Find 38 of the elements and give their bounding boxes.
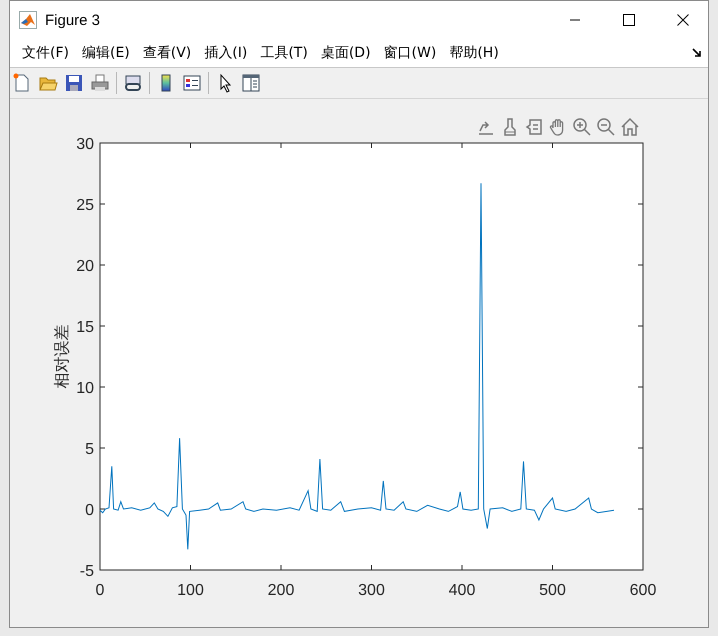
y-tick-label: 10 <box>76 380 94 397</box>
data-tip-icon[interactable] <box>524 117 544 137</box>
menu-item[interactable]: 工具(T) <box>254 42 314 64</box>
menu-item[interactable]: 帮助(H) <box>443 42 505 64</box>
home-icon[interactable] <box>620 117 640 137</box>
menu-item[interactable]: 查看(V) <box>136 42 198 64</box>
menu-item[interactable]: 文件(F) <box>16 42 75 64</box>
zoom-out-icon[interactable] <box>596 117 616 137</box>
y-tick-label: 0 <box>85 502 94 519</box>
x-tick-label: 600 <box>630 582 656 599</box>
y-tick-label: 15 <box>76 319 94 336</box>
x-tick-label: 300 <box>358 582 385 599</box>
y-tick-label: 5 <box>85 441 94 458</box>
x-tick-label: 200 <box>268 582 294 599</box>
print-icon[interactable] <box>90 73 110 93</box>
x-tick-label: 100 <box>177 582 204 599</box>
property-panel-icon[interactable] <box>241 73 261 93</box>
y-tick-label: -5 <box>80 563 94 580</box>
y-tick-label: 30 <box>76 136 94 153</box>
zoom-in-icon[interactable] <box>572 117 592 137</box>
menu-item[interactable]: 窗口(W) <box>378 42 442 64</box>
app-logo-icon <box>19 11 37 29</box>
x-tick-label: 400 <box>448 582 476 599</box>
maximize-icon <box>623 14 635 26</box>
close-icon <box>677 14 689 26</box>
x-tick-label: 500 <box>539 582 566 599</box>
save-icon[interactable] <box>64 73 84 93</box>
legend-icon[interactable] <box>182 73 202 93</box>
dock-arrow-icon[interactable] <box>692 48 702 58</box>
link-figure-icon[interactable] <box>123 73 143 93</box>
y-axis-label: 相对误差 <box>52 324 71 388</box>
y-tick-label: 25 <box>76 197 94 214</box>
menu-item[interactable]: 编辑(E) <box>76 42 136 64</box>
menu-item[interactable]: 桌面(D) <box>314 42 377 64</box>
window-title: Figure 3 <box>45 12 100 28</box>
y-tick-label: 20 <box>76 258 94 275</box>
menu-item[interactable]: 插入(I) <box>198 42 254 64</box>
x-tick-label: 0 <box>96 582 104 599</box>
